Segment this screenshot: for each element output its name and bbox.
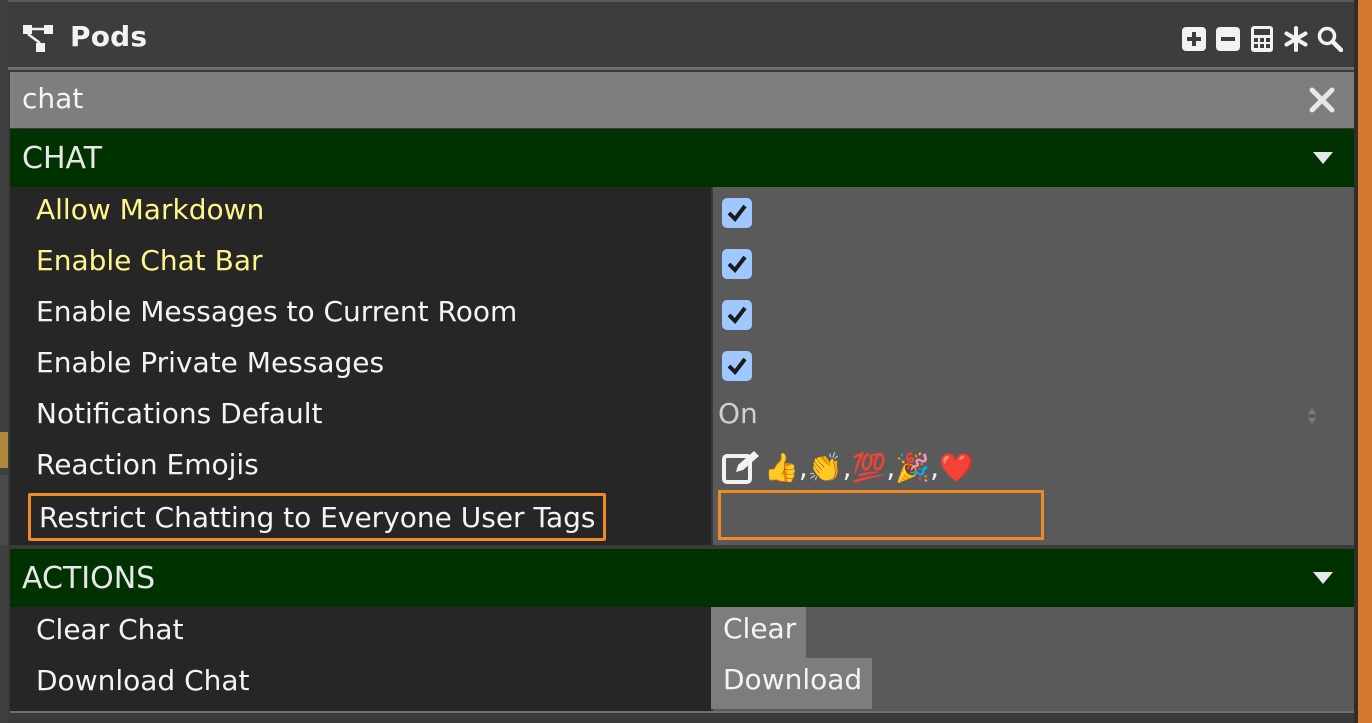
reaction-emojis-list: 👍,👏,💯,🎉,❤️ [764,450,974,484]
panel-toolbar [1180,24,1344,54]
chevron-down-icon [1313,572,1333,584]
property-row-restrict-chatting: Restrict Chatting to Everyone User Tags [10,490,1354,544]
section-title: CHAT [22,140,103,176]
property-row-enable-messages-room: Enable Messages to Current Room [10,289,1354,340]
property-row-enable-private: Enable Private Messages [10,340,1354,391]
notifications-default-select[interactable]: On [718,397,758,430]
checkmark-icon [727,255,747,273]
checkmark-icon [727,306,747,324]
panel-bottom-border [10,711,1354,723]
asterisk-icon[interactable] [1282,25,1310,53]
background-strip [0,475,8,545]
edit-icon[interactable] [722,450,760,484]
property-row-notifications-default: Notifications Default On [10,391,1354,442]
download-chat-button[interactable]: Download [711,658,873,709]
background-strip [0,432,8,468]
enable-chat-bar-checkbox[interactable] [722,249,752,279]
allow-markdown-checkbox[interactable] [722,198,752,228]
property-label: Clear Chat [36,613,184,646]
calculator-icon[interactable] [1248,25,1276,53]
property-row-allow-markdown: Allow Markdown [10,187,1354,238]
property-label: Reaction Emojis [36,448,259,481]
property-label: Allow Markdown [36,193,265,226]
property-row-enable-chat-bar: Enable Chat Bar [10,238,1354,289]
window-left-edge [0,0,8,723]
property-row-clear-chat: Clear Chat Clear [10,607,1354,658]
property-row-reaction-emojis: Reaction Emojis 👍,👏,💯,🎉,❤️ [10,442,1354,493]
chevron-down-icon [1313,152,1333,164]
property-row-download-chat: Download Chat Download [10,658,1354,709]
actions-property-grid: Clear Chat Clear Download Chat Download [10,607,1354,711]
pods-icon [23,25,53,52]
property-label: Enable Private Messages [36,346,385,379]
property-label: Restrict Chatting to Everyone User Tags [28,493,607,541]
reaction-emojis-value: 👍,👏,💯,🎉,❤️ [722,450,974,484]
remove-icon[interactable] [1214,25,1242,53]
search-icon[interactable] [1316,25,1344,53]
checkmark-icon [727,357,747,375]
section-header-actions[interactable]: ACTIONS [10,549,1354,607]
property-label: Enable Chat Bar [36,244,263,277]
select-arrows-icon[interactable] [1306,405,1318,427]
enable-messages-room-checkbox[interactable] [722,300,752,330]
checkmark-icon [727,204,747,222]
add-icon[interactable] [1180,25,1208,53]
restrict-chatting-tags-input[interactable] [718,490,1044,540]
chat-property-grid: Allow Markdown Enable Chat Bar Enable Me… [10,187,1354,545]
section-title: ACTIONS [22,560,156,596]
enable-private-messages-checkbox[interactable] [722,351,752,381]
property-label: Enable Messages to Current Room [36,295,518,328]
filter-text: chat [22,82,84,115]
clear-chat-button[interactable]: Clear [711,607,807,658]
property-label: Notifications Default [36,397,323,430]
panel-title: Pods [70,20,148,53]
panel-titlebar: Pods [8,0,1354,70]
section-header-chat[interactable]: CHAT [10,129,1354,187]
property-label: Download Chat [36,664,250,697]
filter-input[interactable]: chat [10,72,1354,128]
clear-filter-icon[interactable] [1308,86,1336,114]
window-right-edge [1358,0,1372,723]
